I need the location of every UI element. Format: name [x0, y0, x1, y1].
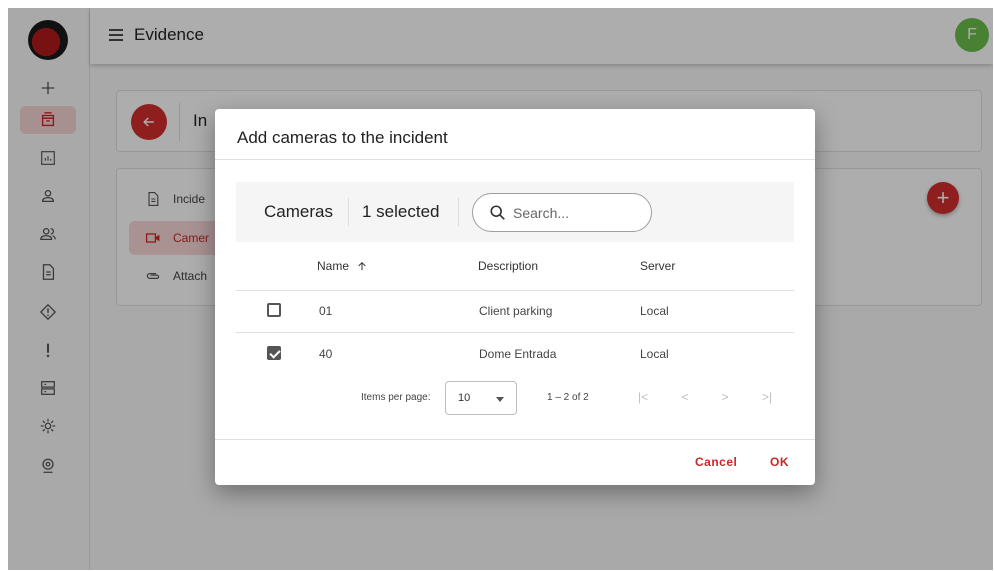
- items-per-page-label: Items per page:: [361, 392, 431, 403]
- app-window: Evidence F In Incide Camer Attach + Add …: [8, 8, 993, 570]
- column-header-description[interactable]: Description: [478, 259, 538, 273]
- column-header-name[interactable]: Name: [317, 259, 367, 273]
- previous-page-button[interactable]: <: [677, 389, 693, 405]
- camera-server: Local: [640, 304, 669, 318]
- search-input[interactable]: [513, 203, 643, 223]
- row-checkbox[interactable]: [267, 346, 281, 360]
- cancel-button[interactable]: Cancel: [695, 455, 737, 469]
- divider: [236, 332, 794, 333]
- divider: [215, 439, 815, 440]
- divider: [236, 290, 794, 291]
- camera-name: 01: [319, 304, 333, 318]
- first-page-button[interactable]: |<: [635, 389, 651, 405]
- camera-name: 40: [319, 347, 333, 361]
- table-toolbar: Cameras 1 selected: [236, 182, 794, 242]
- divider: [215, 159, 815, 160]
- arrow-up-icon: [358, 261, 366, 271]
- items-per-page-value: 10: [458, 392, 471, 404]
- items-per-page-select[interactable]: 10: [445, 381, 517, 415]
- row-checkbox[interactable]: [267, 303, 281, 317]
- search-icon: [490, 205, 505, 220]
- add-cameras-dialog: Add cameras to the incident Cameras 1 se…: [215, 109, 815, 485]
- selected-count: 1 selected: [362, 202, 440, 221]
- ok-button[interactable]: OK: [770, 455, 789, 469]
- next-page-button[interactable]: >: [717, 389, 733, 405]
- divider: [348, 198, 349, 226]
- divider: [458, 198, 459, 226]
- column-header-server[interactable]: Server: [640, 259, 675, 273]
- search-box[interactable]: [472, 193, 652, 232]
- toolbar-title: Cameras: [264, 202, 333, 221]
- last-page-button[interactable]: >|: [759, 389, 775, 405]
- column-label: Name: [317, 259, 350, 273]
- camera-server: Local: [640, 347, 669, 361]
- chevron-down-icon: [496, 397, 504, 402]
- camera-description: Dome Entrada: [479, 347, 557, 361]
- camera-description: Client parking: [479, 304, 553, 318]
- dialog-title: Add cameras to the incident: [237, 128, 448, 147]
- page-range: 1 – 2 of 2: [547, 392, 589, 403]
